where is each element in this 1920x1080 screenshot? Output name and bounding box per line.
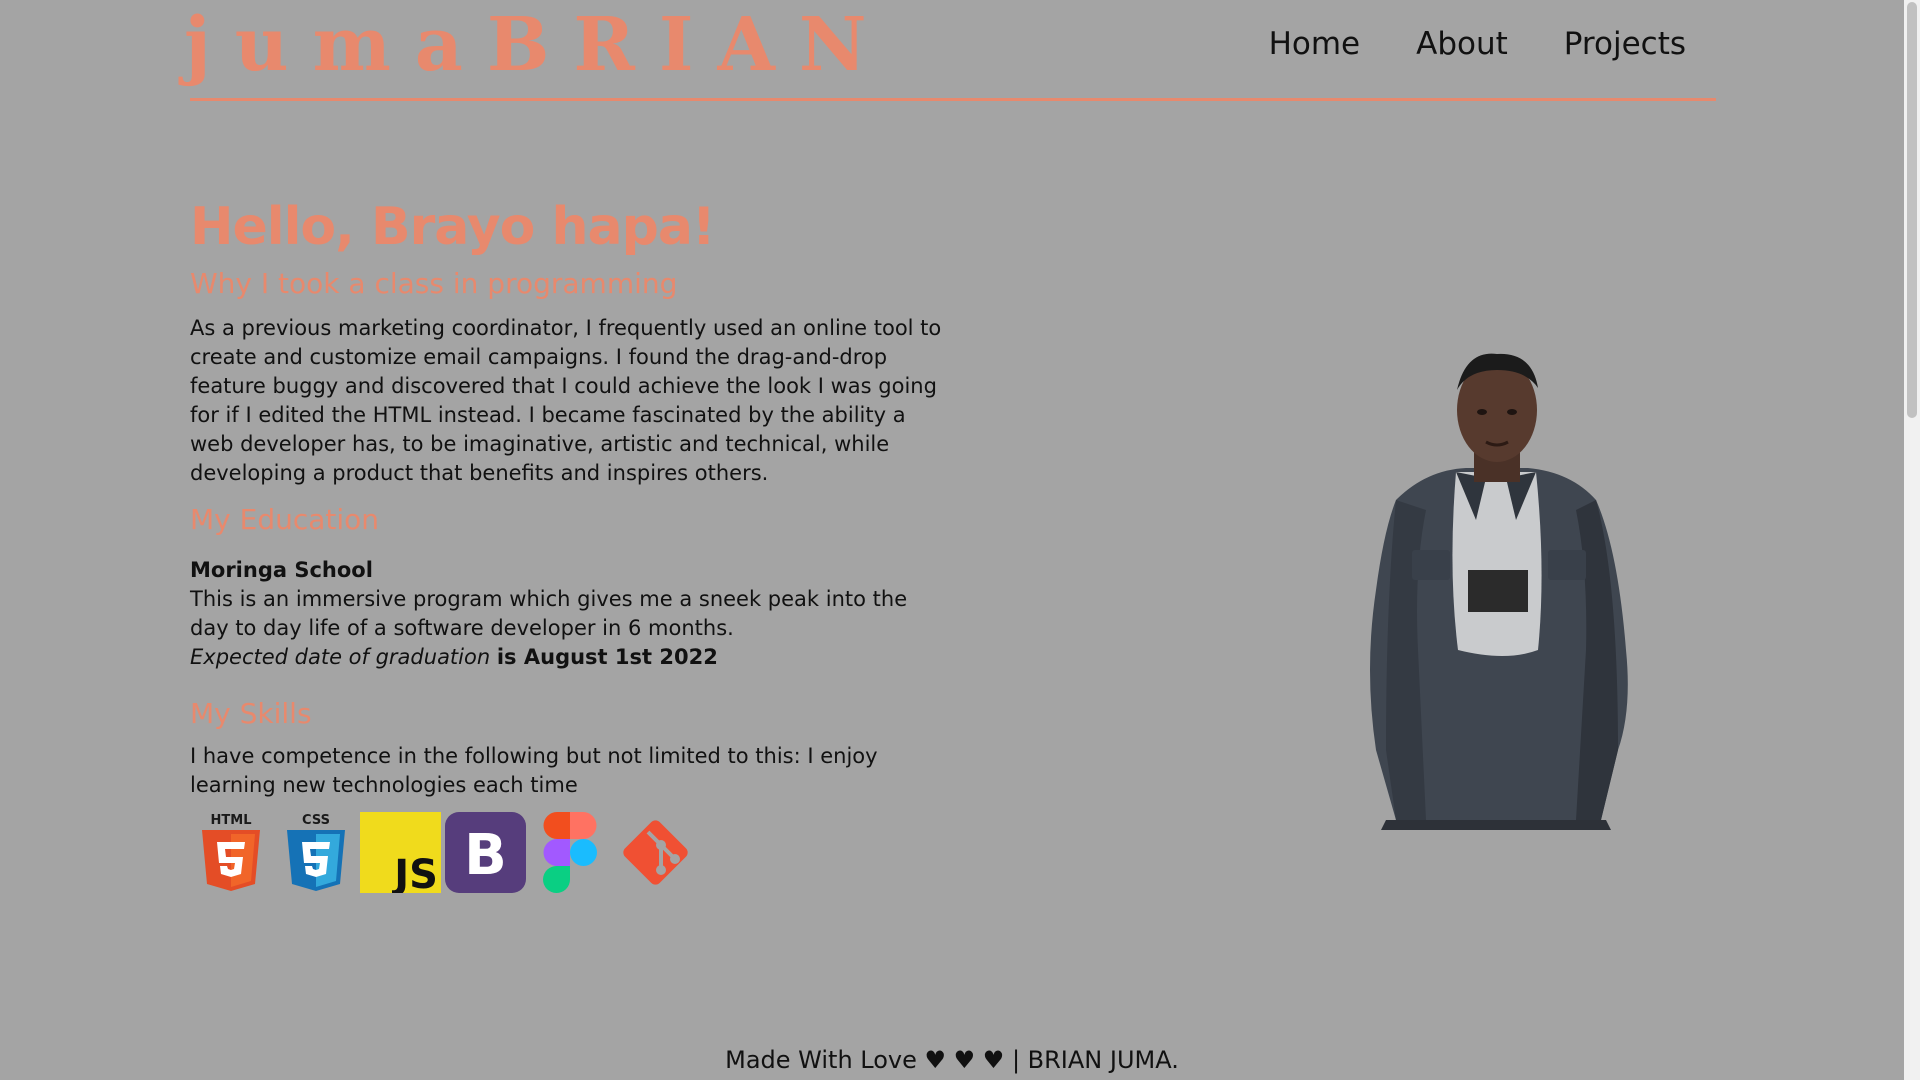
site-header: jumaBRIAN Home About Projects [184, 0, 1716, 101]
svg-text:B: B [464, 823, 507, 888]
figma-icon [530, 812, 611, 893]
html5-icon: HTML [190, 812, 271, 893]
education-heading: My Education [190, 503, 380, 536]
education-paragraph: This is an immersive program which gives… [190, 587, 908, 640]
svg-text:JS: JS [391, 852, 438, 893]
site-footer: Made With Love ♥ ♥ ♥ | BRIAN JUMA. [725, 1046, 1179, 1074]
git-icon [615, 812, 696, 893]
nav-about-link[interactable]: About [1416, 26, 1508, 62]
graduation-date: is August 1st 2022 [496, 645, 718, 669]
about-section: Hello, Brayo hapa! Why I took a class in… [190, 190, 950, 893]
education-block: Moringa School This is an immersive prog… [190, 556, 950, 672]
skills-heading: My Skills [190, 697, 312, 730]
svg-text:CSS: CSS [302, 813, 330, 828]
graduation-line: Expected date of graduation is August 1s… [190, 643, 950, 672]
page: jumaBRIAN Home About Projects Hello, Bra… [0, 0, 1904, 1080]
skills-icons: HTML CSS JS B [190, 812, 950, 893]
why-heading: Why I took a class in programming [190, 267, 678, 300]
svg-text:HTML: HTML [210, 813, 251, 828]
main-nav: Home About Projects [1269, 26, 1686, 62]
javascript-icon: JS [360, 812, 441, 893]
school-name: Moringa School [190, 558, 373, 582]
css3-icon: CSS [275, 812, 356, 893]
nav-projects-link[interactable]: Projects [1564, 26, 1686, 62]
nav-home-link[interactable]: Home [1269, 26, 1361, 62]
skills-paragraph: I have competence in the following but n… [190, 744, 878, 797]
scrollbar-thumb[interactable] [1907, 2, 1917, 418]
greeting-heading: Hello, Brayo hapa! [190, 197, 716, 257]
why-paragraph: As a previous marketing coordinator, I f… [190, 316, 942, 485]
graduation-label: Expected date of graduation [190, 645, 491, 669]
site-logo[interactable]: jumaBRIAN [184, 2, 891, 88]
profile-photo [1356, 350, 1638, 830]
bootstrap-icon: B [445, 812, 526, 893]
scrollbar[interactable] [1904, 0, 1920, 1080]
